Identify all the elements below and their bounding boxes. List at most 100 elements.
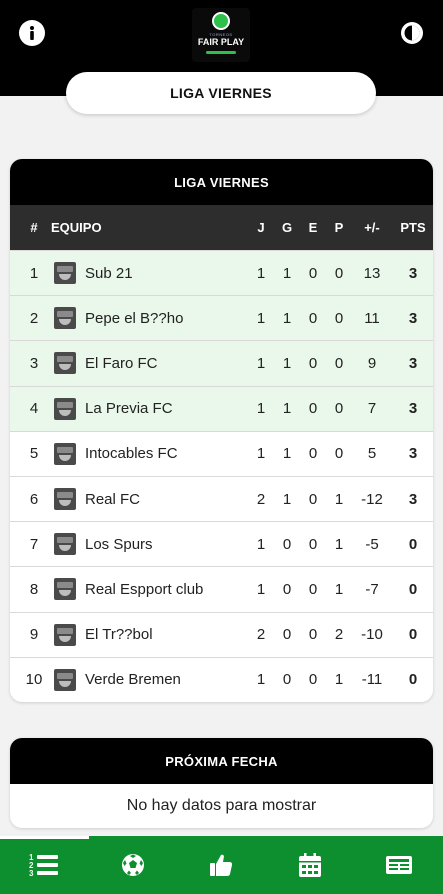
nav-news[interactable] [354, 836, 443, 894]
team-crest-icon [53, 432, 77, 476]
row-points: 3 [408, 400, 418, 418]
row-won: 1 [282, 445, 292, 463]
row-lost: 1 [334, 671, 344, 689]
row-position: 7 [29, 535, 39, 553]
row-position: 1 [29, 264, 39, 282]
row-points: 0 [408, 671, 418, 689]
next-match-card: PRÓXIMA FECHA No hay datos para mostrar [10, 738, 433, 828]
row-goal-diff: 13 [363, 264, 381, 282]
standings-list-icon: 1 2 3 [29, 853, 59, 878]
soccer-ball-icon [121, 854, 144, 876]
row-won: 1 [282, 309, 292, 327]
row-lost: 0 [334, 445, 344, 463]
row-position: 4 [29, 400, 39, 418]
row-position: 9 [29, 626, 39, 644]
next-match-empty-text: No hay datos para mostrar [126, 797, 317, 814]
thumbs-up-icon [210, 854, 233, 876]
row-position: 2 [29, 309, 39, 327]
row-won: 0 [282, 535, 292, 553]
table-row[interactable]: 9 El Tr??bol 2 0 0 2 -10 0 [10, 611, 433, 657]
row-won: 1 [282, 490, 292, 508]
row-position: 8 [29, 580, 39, 598]
row-drawn: 0 [308, 400, 318, 418]
row-played: 1 [256, 264, 266, 282]
team-crest-icon [54, 442, 76, 465]
table-row[interactable]: 5 Intocables FC 1 1 0 0 5 3 [10, 430, 433, 476]
row-team-name: La Previa FC [85, 400, 173, 418]
row-goal-diff: -11 [361, 671, 383, 689]
row-lost: 2 [334, 626, 344, 644]
row-goal-diff: -12 [361, 490, 383, 508]
row-drawn: 0 [308, 490, 318, 508]
row-won: 1 [282, 400, 292, 418]
col-drawn: E [308, 220, 318, 235]
row-played: 1 [256, 535, 266, 553]
standings-card: LIGA VIERNES # EQUIPO J G E P +/- PTS 1 S… [10, 159, 433, 702]
row-drawn: 0 [308, 626, 318, 644]
row-points: 0 [408, 535, 418, 553]
team-crest-icon [53, 296, 77, 340]
nav-calendar[interactable] [266, 836, 355, 894]
logo-main-text: FAIR PLAY [197, 37, 245, 47]
table-row[interactable]: 3 El Faro FC 1 1 0 0 9 3 [10, 340, 433, 386]
row-lost: 0 [334, 264, 344, 282]
calendar-icon [299, 853, 322, 877]
row-team-name: Intocables FC [85, 445, 178, 463]
table-row[interactable]: 4 La Previa FC 1 1 0 0 7 3 [10, 385, 433, 431]
league-selector-button[interactable]: LIGA VIERNES [66, 72, 376, 114]
row-points: 0 [408, 626, 418, 644]
row-won: 0 [282, 626, 292, 644]
row-won: 1 [282, 354, 292, 372]
row-drawn: 0 [308, 580, 318, 598]
row-drawn: 0 [308, 309, 318, 327]
row-played: 1 [256, 445, 266, 463]
row-drawn: 0 [308, 535, 318, 553]
nav-fair-play[interactable] [177, 836, 266, 894]
row-team-name: El Faro FC [85, 354, 158, 372]
col-lost: P [334, 220, 344, 235]
row-won: 0 [282, 671, 292, 689]
standings-title: LIGA VIERNES [10, 159, 433, 205]
team-crest-icon [54, 352, 76, 375]
table-row[interactable]: 8 Real Espport club 1 0 0 1 -7 0 [10, 566, 433, 611]
next-match-title: PRÓXIMA FECHA [10, 738, 433, 784]
team-crest-icon [54, 623, 76, 646]
row-lost: 1 [334, 535, 344, 553]
col-played: J [257, 220, 265, 235]
table-row[interactable]: 2 Pepe el B??ho 1 1 0 0 11 3 [10, 295, 433, 341]
row-goal-diff: -7 [365, 580, 379, 598]
table-row[interactable]: 10 Verde Bremen 1 0 0 1 -11 0 [10, 656, 433, 702]
row-played: 1 [256, 671, 266, 689]
row-drawn: 0 [308, 671, 318, 689]
row-played: 1 [256, 580, 266, 598]
news-icon [385, 856, 412, 874]
row-played: 2 [256, 490, 266, 508]
row-position: 5 [29, 445, 39, 463]
logo-bar [206, 51, 236, 54]
standings-header-row: # EQUIPO J G E P +/- PTS [10, 205, 433, 250]
col-goal-diff: +/- [364, 220, 380, 235]
row-team-name: Los Spurs [85, 535, 153, 553]
row-team-name: Real Espport club [85, 580, 204, 598]
info-icon[interactable] [19, 20, 45, 46]
team-crest-icon [54, 397, 76, 420]
team-crest-icon [54, 488, 76, 511]
col-points: PTS [400, 220, 426, 235]
row-won: 1 [282, 264, 292, 282]
row-points: 3 [408, 354, 418, 372]
table-row[interactable]: 7 Los Spurs 1 0 0 1 -5 0 [10, 521, 433, 566]
row-points: 3 [408, 490, 418, 508]
app-logo: TORNEOS FAIR PLAY [192, 8, 250, 62]
nav-matches[interactable] [89, 836, 178, 894]
row-lost: 0 [334, 400, 344, 418]
row-lost: 1 [334, 580, 344, 598]
row-points: 3 [408, 445, 418, 463]
row-played: 2 [256, 626, 266, 644]
row-position: 3 [29, 354, 39, 372]
nav-standings[interactable]: 1 2 3 [0, 836, 89, 894]
row-played: 1 [256, 309, 266, 327]
team-crest-icon [53, 477, 77, 521]
table-row[interactable]: 6 Real FC 2 1 0 1 -12 3 [10, 475, 433, 521]
contrast-toggle-icon[interactable] [399, 20, 425, 46]
table-row[interactable]: 1 Sub 21 1 1 0 0 13 3 [10, 250, 433, 296]
